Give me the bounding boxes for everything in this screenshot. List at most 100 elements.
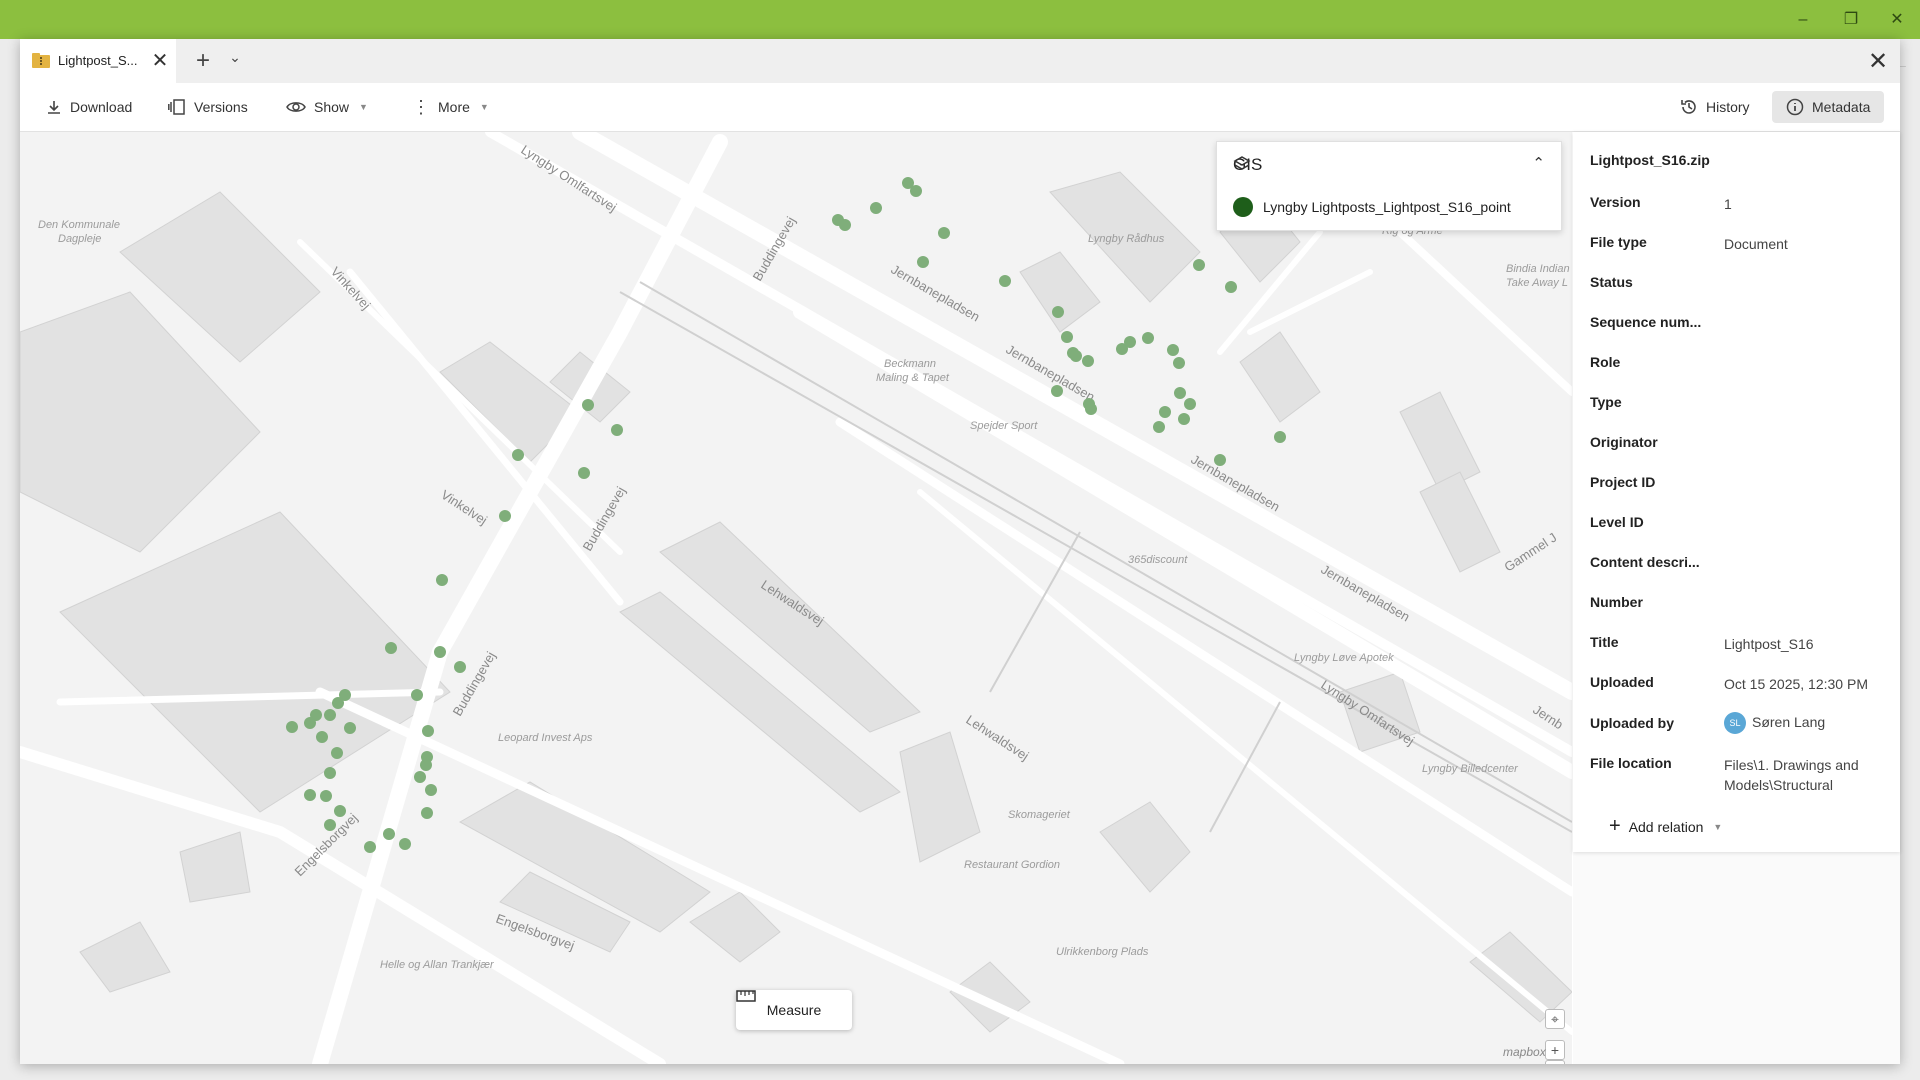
- minimize-button[interactable]: –: [1788, 8, 1818, 32]
- lightpost-point[interactable]: [1159, 406, 1171, 418]
- meta-label: Type: [1590, 394, 1622, 410]
- ruler-icon: [736, 990, 756, 1002]
- lightpost-point[interactable]: [582, 399, 594, 411]
- zoom-out-button[interactable]: –: [1545, 1059, 1565, 1064]
- lightpost-point[interactable]: [578, 467, 590, 479]
- lightpost-point[interactable]: [611, 424, 623, 436]
- lightpost-point[interactable]: [399, 838, 411, 850]
- lightpost-point[interactable]: [425, 784, 437, 796]
- close-viewer-icon[interactable]: ✕: [1865, 47, 1891, 76]
- lightpost-point[interactable]: [316, 731, 328, 743]
- lightpost-point[interactable]: [422, 725, 434, 737]
- lightpost-point[interactable]: [1085, 403, 1097, 415]
- versions-button[interactable]: Versions: [168, 93, 248, 121]
- add-tab-icon[interactable]: +: [190, 47, 216, 75]
- lightpost-point[interactable]: [434, 646, 446, 658]
- meta-label: Level ID: [1590, 514, 1644, 530]
- lightpost-point[interactable]: [454, 661, 466, 673]
- tab-lightpost[interactable]: Lightpost_S... ✕: [20, 39, 176, 83]
- restore-button[interactable]: ❐: [1836, 8, 1866, 32]
- file-location-link[interactable]: Files\1. Drawings and Models\Structural: [1724, 755, 1890, 795]
- lightpost-point[interactable]: [1070, 350, 1082, 362]
- lightpost-point[interactable]: [839, 219, 851, 231]
- map-canvas[interactable]: Lyngby Omlfartsvej Buddingevej Buddingev…: [20, 132, 1572, 1064]
- lightpost-point[interactable]: [917, 256, 929, 268]
- lightpost-point[interactable]: [364, 841, 376, 853]
- lightpost-point[interactable]: [938, 227, 950, 239]
- zoom-in-button[interactable]: +: [1545, 1040, 1565, 1060]
- add-relation-button[interactable]: + Add relation ▼: [1609, 815, 1722, 838]
- layers-icon: [1233, 156, 1251, 170]
- versions-label: Versions: [194, 99, 248, 115]
- lightpost-point[interactable]: [1167, 344, 1179, 356]
- lightpost-point[interactable]: [332, 697, 344, 709]
- lightpost-point[interactable]: [1214, 454, 1226, 466]
- lightpost-point[interactable]: [411, 689, 423, 701]
- lightpost-point[interactable]: [1153, 421, 1165, 433]
- chevron-down-icon[interactable]: ⌄: [225, 49, 245, 66]
- lightpost-point[interactable]: [304, 789, 316, 801]
- meta-label: Uploaded by: [1590, 715, 1675, 731]
- lightpost-point[interactable]: [334, 805, 346, 817]
- mapbox-attribution[interactable]: mapbox: [1503, 1045, 1546, 1059]
- lightpost-point[interactable]: [910, 185, 922, 197]
- lightpost-point[interactable]: [324, 819, 336, 831]
- metadata-button[interactable]: Metadata: [1772, 91, 1885, 123]
- versions-icon: [168, 99, 185, 115]
- lightpost-point[interactable]: [1184, 398, 1196, 410]
- lightpost-point[interactable]: [1142, 332, 1154, 344]
- close-tab-icon[interactable]: ✕: [148, 49, 172, 73]
- lightpost-point[interactable]: [414, 771, 426, 783]
- lightpost-point[interactable]: [1274, 431, 1286, 443]
- place-label: 365discount: [1128, 554, 1188, 566]
- lightpost-point[interactable]: [385, 642, 397, 654]
- zip-file-icon: [32, 53, 50, 68]
- more-dropdown[interactable]: ⋮ More ▼: [412, 93, 489, 121]
- metadata-label: Metadata: [1812, 99, 1871, 115]
- show-dropdown[interactable]: Show ▼: [286, 93, 368, 121]
- lightpost-point[interactable]: [870, 202, 882, 214]
- gis-layer-item[interactable]: Lyngby Lightposts_Lightpost_S16_point: [1233, 197, 1511, 217]
- locate-icon[interactable]: ⌖: [1545, 1009, 1565, 1029]
- plus-icon: +: [1609, 815, 1621, 837]
- lightpost-point[interactable]: [1051, 385, 1063, 397]
- lightpost-point[interactable]: [421, 807, 433, 819]
- meta-label: Content descri...: [1590, 554, 1700, 570]
- lightpost-point[interactable]: [286, 721, 298, 733]
- lightpost-point[interactable]: [344, 722, 356, 734]
- lightpost-point[interactable]: [436, 574, 448, 586]
- history-button[interactable]: History: [1680, 93, 1750, 121]
- lightpost-point[interactable]: [1061, 331, 1073, 343]
- lightpost-point[interactable]: [1124, 336, 1136, 348]
- download-icon: [48, 101, 60, 114]
- chevron-up-icon[interactable]: ⌃: [1532, 154, 1545, 172]
- close-window-button[interactable]: ✕: [1882, 8, 1912, 32]
- lightpost-point[interactable]: [1173, 357, 1185, 369]
- lightpost-point[interactable]: [331, 747, 343, 759]
- meta-value: Lightpost_S16: [1724, 636, 1814, 652]
- lightpost-point[interactable]: [304, 717, 316, 729]
- lightpost-point[interactable]: [512, 449, 524, 461]
- lightpost-point[interactable]: [1052, 306, 1064, 318]
- lightpost-point[interactable]: [324, 709, 336, 721]
- lightpost-point[interactable]: [499, 510, 511, 522]
- add-relation-label: Add relation: [1628, 818, 1704, 835]
- meta-label: Role: [1590, 354, 1621, 370]
- meta-value: Document: [1724, 236, 1788, 252]
- lightpost-point[interactable]: [1225, 281, 1237, 293]
- lightpost-point[interactable]: [1082, 355, 1094, 367]
- lightpost-point[interactable]: [383, 828, 395, 840]
- lightpost-point[interactable]: [1178, 413, 1190, 425]
- lightpost-point[interactable]: [320, 790, 332, 802]
- lightpost-point[interactable]: [420, 759, 432, 771]
- lightpost-point[interactable]: [1174, 387, 1186, 399]
- download-button[interactable]: Download: [46, 93, 132, 121]
- place-label: Dagpleje: [58, 233, 101, 245]
- lightpost-point[interactable]: [1193, 259, 1205, 271]
- lightpost-point[interactable]: [324, 767, 336, 779]
- map-view[interactable]: Lyngby Omlfartsvej Buddingevej Buddingev…: [20, 132, 1572, 1064]
- measure-button[interactable]: Measure: [736, 990, 852, 1030]
- lightpost-point[interactable]: [999, 275, 1011, 287]
- uploader[interactable]: SL Søren Lang: [1724, 712, 1890, 735]
- meta-label: Project ID: [1590, 474, 1656, 490]
